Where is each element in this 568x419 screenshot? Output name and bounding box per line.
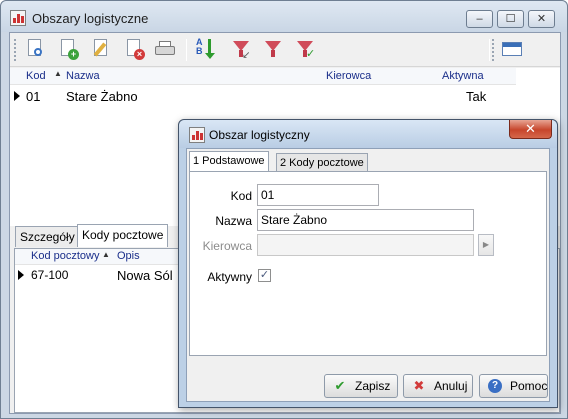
edit-icon[interactable] [89, 37, 113, 61]
sort-asc-icon: ▲ [54, 69, 62, 78]
close-button[interactable]: ✕ [528, 10, 555, 28]
save-button[interactable]: ✔ Zapisz [324, 374, 398, 398]
tab-szczegoly[interactable]: Szczegóły [15, 226, 80, 247]
filter-apply-icon[interactable]: ✓ [293, 37, 317, 61]
tab-podstawowe[interactable]: 1 Podstawowe [189, 151, 269, 171]
print-icon[interactable] [153, 37, 177, 61]
obszar-dialog: Obszar logistyczny ✕ 1 Podstawowe 2 Kody… [178, 119, 558, 408]
save-button-label: Zapisz [355, 379, 391, 393]
app-icon [189, 127, 205, 143]
grid-header: Kod ▲ Nazwa Kierowca Aktywna [10, 68, 516, 85]
toolbar-grip[interactable] [492, 39, 494, 61]
cell-kod: 01 [26, 89, 41, 104]
row-indicator-icon [14, 91, 20, 101]
filter-clear-icon[interactable] [261, 37, 285, 61]
dialog-title: Obszar logistyczny [209, 128, 310, 142]
minimize-button[interactable]: ‒ [466, 10, 493, 28]
help-button-label: Pomoc [510, 379, 548, 393]
cancel-button-label: Anuluj [434, 379, 468, 393]
toolbar-separator [489, 39, 490, 61]
check-icon: ✔ [334, 378, 346, 393]
column-header-kod[interactable]: Kod [26, 70, 46, 82]
column-header-kierowca[interactable]: Kierowca [326, 70, 371, 82]
nazwa-label: Nazwa [215, 214, 252, 228]
tab-kody-pocztowe[interactable]: 2 Kody pocztowe [276, 153, 368, 171]
maximize-button[interactable]: ☐ [497, 10, 524, 28]
row-indicator-icon [18, 270, 24, 280]
nazwa-field[interactable]: Stare Żabno [257, 209, 474, 231]
title-bar: Obszary logistyczne ‒ ☐ ✕ [1, 1, 567, 32]
postal-grid-header: Kod pocztowy ▲ Opis [15, 249, 185, 265]
tab-kody-pocztowe[interactable]: Kody pocztowe [77, 224, 169, 247]
column-header-nazwa[interactable]: Nazwa [66, 70, 100, 82]
cancel-button[interactable]: ✖ Anuluj [403, 374, 473, 398]
column-header-kod-pocztowy[interactable]: Kod pocztowy [31, 250, 99, 262]
cell-aktywna: Tak [466, 89, 487, 104]
sort-asc-icon: ▲ [102, 250, 110, 259]
kod-label: Kod [230, 189, 252, 203]
filter-icon[interactable]: ↙ [229, 37, 253, 61]
kierowca-field[interactable] [257, 234, 474, 256]
aktywny-label: Aktywny [207, 270, 252, 284]
sort-icon[interactable]: AB [195, 37, 219, 61]
column-header-opis[interactable]: Opis [117, 250, 140, 262]
aktywny-checkbox[interactable]: ✓ [258, 269, 271, 282]
table-row[interactable]: 67-100 Nowa Sól [15, 266, 185, 284]
preview-icon[interactable] [23, 37, 47, 61]
cell-kod-pocztowy: 67-100 [31, 268, 69, 282]
table-row[interactable]: 01 Stare Żabno Tak [10, 86, 516, 106]
column-header-aktywna[interactable]: Aktywna [442, 70, 484, 82]
dialog-close-button[interactable]: ✕ [509, 120, 552, 139]
layout-icon[interactable] [500, 37, 524, 61]
dialog-client-area: 1 Podstawowe 2 Kody pocztowe Kod 01 Nazw… [186, 148, 550, 402]
window-title: Obszary logistyczne [32, 11, 149, 26]
cross-icon: ✖ [413, 378, 425, 393]
app-icon [10, 10, 26, 26]
kierowca-label: Kierowca [202, 239, 252, 253]
lookup-button[interactable]: ▶ [478, 234, 494, 256]
toolbar: + × AB ↙ ✓ [10, 33, 560, 67]
add-icon[interactable]: + [56, 37, 80, 61]
kod-field[interactable]: 01 [257, 184, 379, 206]
cell-opis: Nowa Sól [117, 268, 173, 283]
delete-icon[interactable]: × [122, 37, 146, 61]
toolbar-grip[interactable] [14, 39, 16, 61]
toolbar-separator [186, 39, 187, 61]
podstawowe-panel: Kod 01 Nazwa Stare Żabno Kierowca ▶ Akty… [189, 171, 547, 356]
help-icon: ? [488, 379, 502, 393]
dialog-title-bar: Obszar logistyczny ✕ [179, 120, 557, 148]
help-button[interactable]: ? Pomoc [479, 374, 548, 398]
cell-nazwa: Stare Żabno [66, 89, 138, 104]
